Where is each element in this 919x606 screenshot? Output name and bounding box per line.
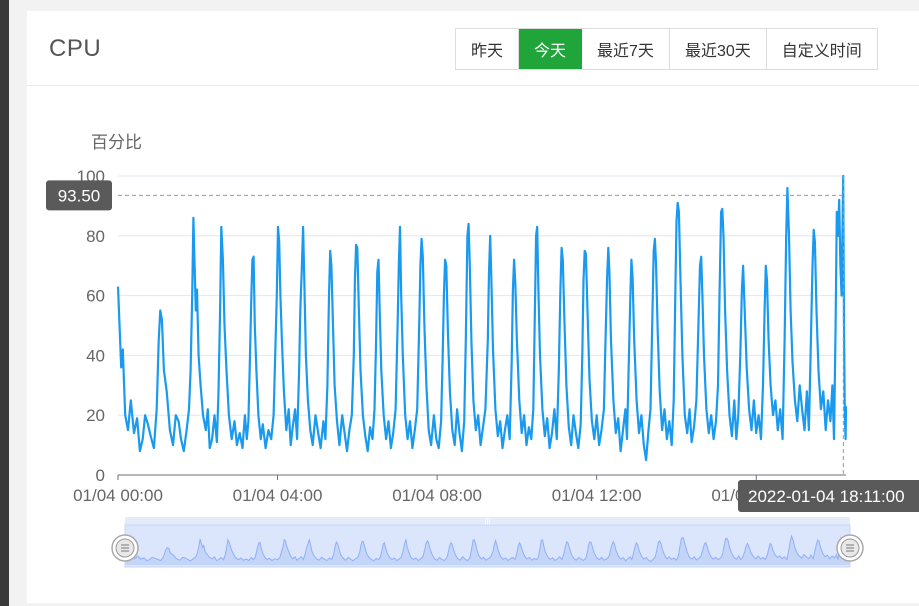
x-tick-label: 01/04 12:00 [552,486,642,505]
x-tick-label: 01/04 08:00 [392,486,482,505]
x-tick-label: 01/04 00:00 [73,486,163,505]
pointer-x-label: 2022-01-04 18:11:00 [748,487,905,506]
y-tick-label: 0 [96,466,105,485]
y-axis-ticks: 020406080100 [77,167,105,485]
slider-left-handle[interactable] [111,534,139,562]
pointer-y-label: 93.50 [58,186,101,205]
x-axis: 01/04 00:00 01/04 04:00 01/04 08:00 01/04 1… [73,474,846,505]
series-line [116,174,848,462]
data-zoom-slider[interactable]: ||| [111,517,864,568]
y-tick-label: 60 [86,287,105,306]
slider-right-handle[interactable] [836,534,864,562]
y-tick-label: 20 [86,406,105,425]
y-tick-label: 80 [86,227,105,246]
x-tick-label: 01/04 04:00 [233,486,323,505]
y-axis-label: 百分比 [91,133,142,152]
y-tick-label: 40 [86,346,105,365]
cpu-line-chart[interactable]: 020406080100 01/04 00:00 01/04 04:00 01/04… [0,0,919,606]
